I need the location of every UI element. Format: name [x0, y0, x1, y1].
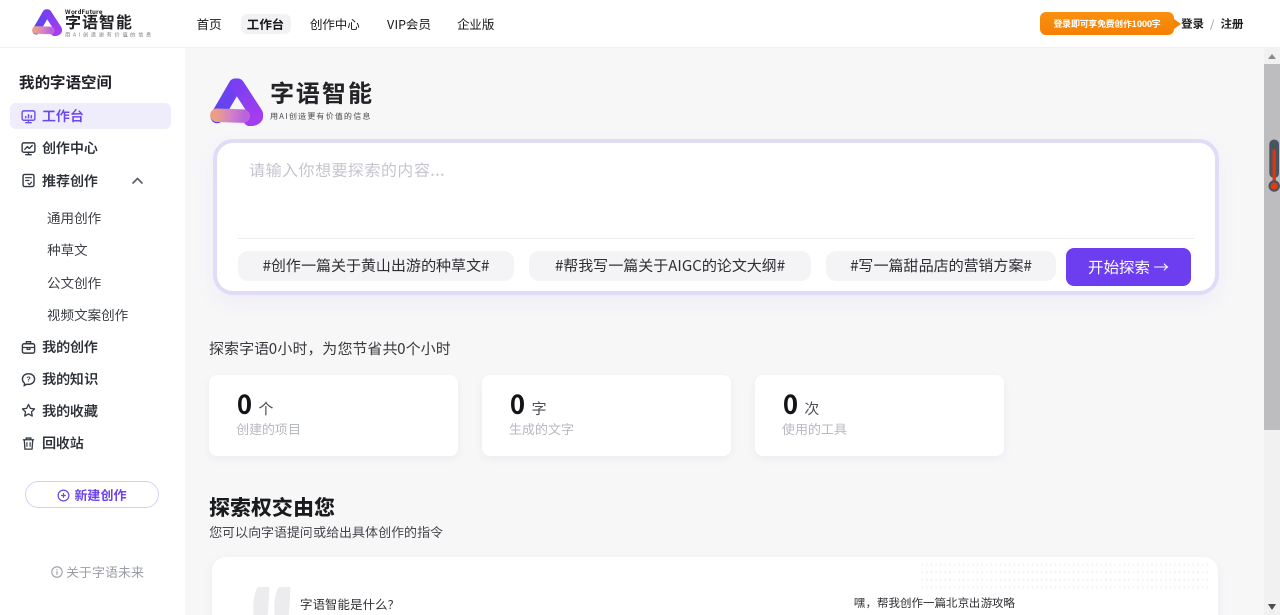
svg-text:?: ? [26, 374, 31, 383]
